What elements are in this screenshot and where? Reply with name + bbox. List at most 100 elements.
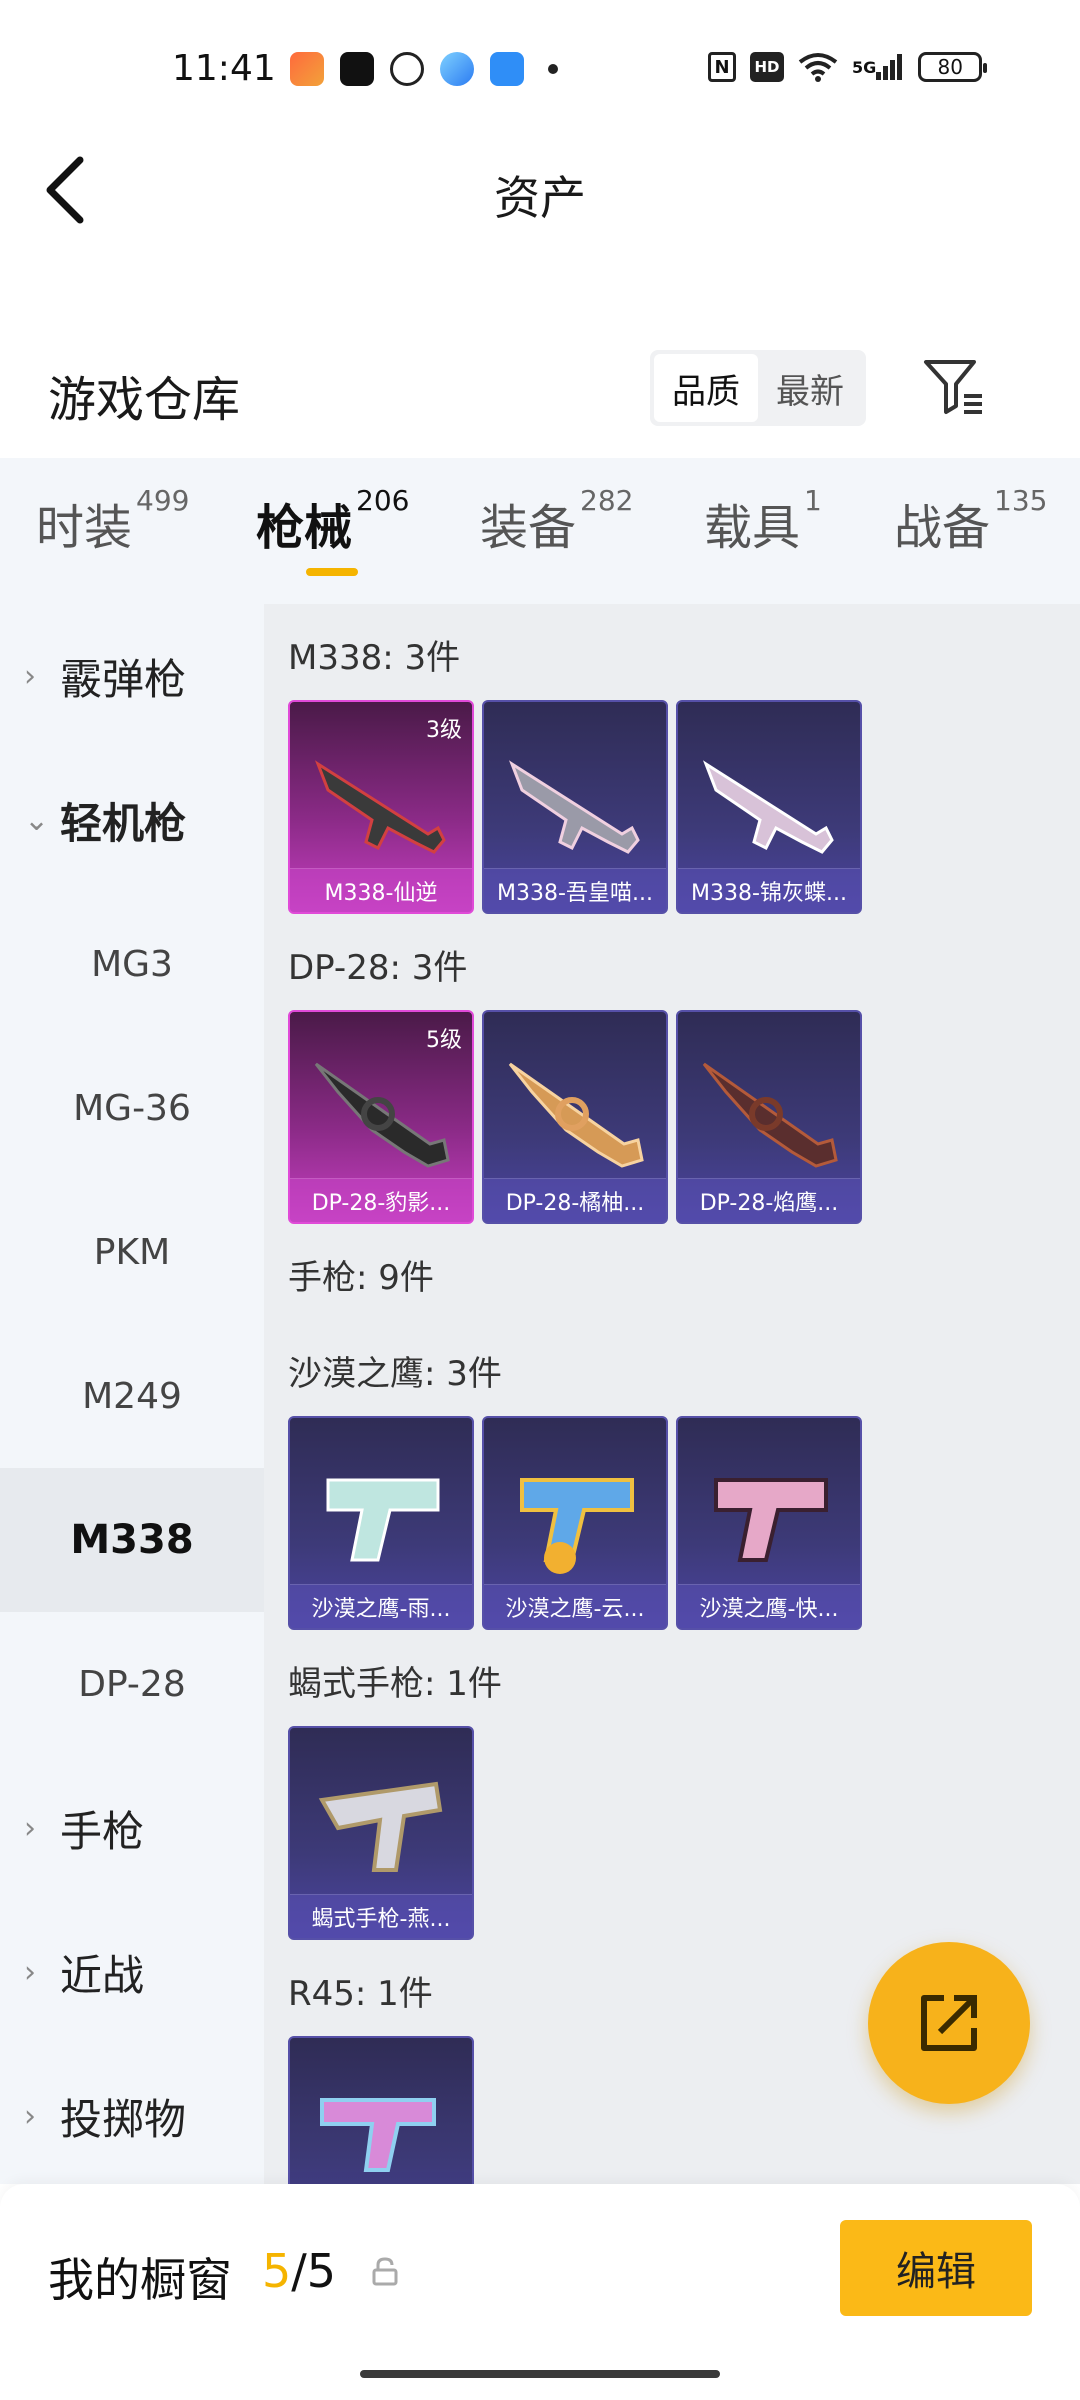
sidebar-item-label: 轻机枪 [60, 798, 187, 848]
weapon-card[interactable]: 沙漠之鹰-云... [482, 1416, 668, 1630]
weapon-card[interactable]: 沙漠之鹰-雨... [288, 1416, 474, 1630]
rifle-icon [508, 1062, 644, 1168]
chevron-right-icon: › [24, 658, 36, 694]
weapon-card-label: 蝎式手枪-燕... [290, 1894, 472, 1938]
pistol-icon [714, 1478, 828, 1562]
tab-fashion[interactable]: 时装 499 [36, 484, 189, 558]
share-icon [921, 1995, 977, 2051]
hd-icon: HD [750, 52, 784, 82]
sidebar-item-dp28[interactable]: DP-28 [0, 1612, 264, 1756]
weapon-card[interactable] [288, 2036, 474, 2184]
sidebar-item-pkm[interactable]: PKM [0, 1180, 264, 1324]
group-title: R45: 1件 [288, 1974, 433, 2014]
weapon-category-sidebar: › 霰弹枪 ⌄ 轻机枪 MG3 MG-36 PKM M249 M338 DP-28 … [0, 604, 264, 2184]
rifle-icon [508, 760, 640, 854]
status-app-icons [290, 52, 558, 86]
rifle-icon [702, 1062, 838, 1168]
active-tab-indicator [306, 568, 358, 576]
status-indicators: N HD 5G 80 [708, 52, 988, 82]
chevron-right-icon: › [24, 2098, 36, 2134]
warehouse-title: 游戏仓库 [48, 372, 241, 428]
battery-icon: 80 [918, 52, 988, 82]
share-floating-button[interactable] [868, 1942, 1030, 2104]
weapon-card[interactable]: 沙漠之鹰-快... [676, 1416, 862, 1630]
group-title: M338: 3件 [288, 638, 461, 678]
tab-supplies[interactable]: 战备 135 [894, 484, 1047, 558]
weapon-card[interactable]: DP-28-橘柚... [482, 1010, 668, 1224]
sidebar-item-label: 手枪 [60, 1806, 145, 1856]
group-title: DP-28: 3件 [288, 948, 468, 988]
wifi-icon [798, 53, 838, 82]
sidebar-item-mg36[interactable]: MG-36 [0, 1036, 264, 1180]
weapon-card-label: DP-28-豹影... [290, 1178, 472, 1222]
showcase-count-separator: / [291, 2244, 307, 2298]
tab-label: 载具 [704, 500, 801, 556]
weapon-card-label: M338-吾皇喵... [484, 868, 666, 912]
browser-icon [440, 52, 474, 86]
tiktok-icon [340, 52, 374, 86]
tab-count: 206 [356, 484, 410, 517]
group-title: 蝎式手枪: 1件 [288, 1664, 502, 1704]
weapon-card[interactable]: 5级 DP-28-豹影... [288, 1010, 474, 1224]
tab-count: 499 [136, 484, 190, 517]
filter-icon[interactable] [922, 356, 986, 416]
weapon-card[interactable]: DP-28-焰鹰... [676, 1010, 862, 1224]
chevron-right-icon: › [24, 1954, 36, 1990]
tab-count: 1 [804, 484, 822, 517]
weapon-card[interactable]: M338-锦灰蝶... [676, 700, 862, 914]
wechat-icon [390, 52, 424, 86]
pistol-icon [520, 1478, 634, 1574]
tab-firearms[interactable]: 枪械 206 [256, 484, 409, 558]
weapon-card-label: 沙漠之鹰-雨... [290, 1584, 472, 1628]
weapon-card[interactable]: 蝎式手枪-燕... [288, 1726, 474, 1940]
sidebar-item-m338[interactable]: M338 [0, 1468, 264, 1612]
status-bar: 11:41 N HD 5G 80 [0, 0, 1080, 140]
group-title: 手枪: 9件 [288, 1258, 434, 1298]
sidebar-item-label: 霰弹枪 [60, 654, 187, 704]
tab-count: 135 [994, 484, 1048, 517]
tab-label: 时装 [36, 500, 133, 556]
showcase-count-total: 5 [306, 2244, 337, 2298]
rifle-icon [314, 760, 446, 854]
game-app-icon [290, 52, 324, 86]
sort-latest-button[interactable]: 最新 [758, 354, 862, 422]
more-notifications-icon [548, 64, 558, 74]
tab-label: 枪械 [256, 500, 353, 556]
chevron-down-icon: ⌄ [24, 802, 50, 838]
weapon-card-label: DP-28-橘柚... [484, 1178, 666, 1222]
lock-icon [372, 2257, 398, 2286]
sidebar-item-mg3[interactable]: MG3 [0, 892, 264, 1036]
status-time: 11:41 [172, 48, 276, 89]
tab-label: 战备 [894, 500, 991, 556]
pistol-icon [326, 1478, 440, 1562]
sort-quality-button[interactable]: 品质 [654, 354, 758, 422]
edit-button[interactable]: 编辑 [840, 2220, 1032, 2316]
weapon-card-label: 沙漠之鹰-快... [678, 1584, 860, 1628]
sort-toggle: 品质 最新 [650, 350, 866, 426]
tab-label: 装备 [480, 500, 577, 556]
sidebar-item-pistol[interactable]: › 手枪 [0, 1756, 264, 1900]
sidebar-item-shotgun[interactable]: › 霰弹枪 [0, 604, 264, 748]
signal-icon: 5G [852, 52, 904, 82]
weapon-card[interactable]: 3级 M338-仙逆 [288, 700, 474, 914]
showcase-count-current: 5 [262, 2244, 292, 2298]
sidebar-item-lmg[interactable]: ⌄ 轻机枪 [0, 748, 264, 892]
pistol-icon [318, 1781, 443, 1872]
tab-vehicles[interactable]: 载具 1 [704, 484, 822, 558]
sidebar-item-melee[interactable]: › 近战 [0, 1900, 264, 2044]
level-badge: 3级 [426, 718, 462, 743]
weapon-card-label: M338-仙逆 [290, 868, 472, 912]
files-icon [490, 52, 524, 86]
category-tabs: 时装 499 枪械 206 装备 282 载具 1 战备 135 [0, 458, 1080, 604]
sidebar-item-throwables[interactable]: › 投掷物 [0, 2044, 264, 2188]
weapon-card-label: 沙漠之鹰-云... [484, 1584, 666, 1628]
sidebar-item-m249[interactable]: M249 [0, 1324, 264, 1468]
page-title: 资产 [494, 171, 586, 225]
revolver-icon [320, 2098, 436, 2172]
weapon-card[interactable]: M338-吾皇喵... [482, 700, 668, 914]
tab-count: 282 [580, 484, 634, 517]
showcase-bar: 我的橱窗 5/5 编辑 [0, 2184, 1080, 2400]
home-indicator[interactable] [360, 2370, 720, 2378]
tab-equipment[interactable]: 装备 282 [480, 484, 633, 558]
rifle-icon [702, 760, 834, 854]
